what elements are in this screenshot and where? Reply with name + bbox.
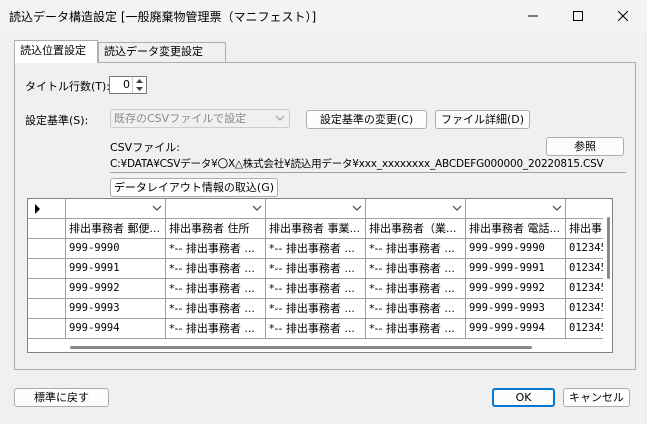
table-cell[interactable]: 0123456 (566, 259, 606, 279)
table-cell[interactable]: 999-9993 (66, 299, 166, 319)
row-header (28, 239, 66, 259)
maximize-button[interactable] (555, 0, 601, 31)
chevron-down-icon (452, 205, 462, 211)
table-cell[interactable]: 0123456 (566, 239, 606, 259)
column-header: 排出事務者 電話... (466, 219, 566, 239)
column-header: 排出事 (566, 219, 606, 239)
row-header (28, 279, 66, 299)
table-cell[interactable]: 0123456 (566, 299, 606, 319)
table-cell[interactable]: *-- 排出事務者 ... (366, 279, 466, 299)
table-cell[interactable]: 999-999-9993 (466, 299, 566, 319)
window-title: 読込データ構造設定 [一般廃棄物管理票（マニフェスト）] (9, 10, 317, 24)
row-header (28, 299, 66, 319)
column-dropdown[interactable] (566, 199, 606, 219)
data-grid[interactable]: 排出事務者 郵便... 排出事務者 住所 排出事務者 事業... 排出事務者（業… (27, 198, 613, 353)
close-icon (618, 10, 628, 21)
basis-select-value: 既存のCSVファイルで設定 (114, 112, 247, 125)
table-cell[interactable]: *-- 排出事務者 ... (166, 259, 266, 279)
table-cell[interactable]: 999-9994 (66, 319, 166, 339)
csv-label: CSVファイル: (110, 141, 180, 154)
horizontal-scrollbar[interactable] (28, 342, 603, 352)
row-header-current (28, 199, 66, 219)
chevron-down-icon (552, 205, 562, 211)
stepper-down-button[interactable] (133, 85, 146, 93)
reset-default-button[interactable]: 標準に戻す (14, 388, 109, 407)
column-header: 排出事務者 郵便... (66, 219, 166, 239)
import-layout-button[interactable]: データレイアウト情報の取込(G) (110, 178, 278, 197)
title-rows-stepper[interactable]: 0 (109, 76, 147, 94)
table-cell[interactable]: *-- 排出事務者 ... (166, 279, 266, 299)
minimize-icon (528, 15, 538, 16)
table-cell[interactable]: 999-999-9991 (466, 259, 566, 279)
caret-up-icon (136, 79, 143, 83)
column-header: 排出事務者 住所 (166, 219, 266, 239)
table-cell[interactable]: *-- 排出事務者 ... (366, 299, 466, 319)
maximize-icon (573, 10, 583, 21)
path-divider (110, 172, 626, 173)
stepper-up-button[interactable] (133, 77, 146, 85)
table-cell[interactable]: *-- 排出事務者 ... (266, 319, 366, 339)
vertical-scrollbar[interactable] (603, 199, 612, 352)
basis-label: 設定基準(S): (25, 114, 89, 127)
tab-read-data-change[interactable]: 読込データ変更設定 (98, 42, 226, 62)
table-cell[interactable]: *-- 排出事務者 ... (266, 279, 366, 299)
column-header: 排出事務者（業... (366, 219, 466, 239)
column-dropdown[interactable] (166, 199, 266, 219)
column-dropdown[interactable] (266, 199, 366, 219)
title-rows-label: タイトル行数(T): (25, 80, 111, 93)
close-button[interactable] (600, 0, 646, 31)
caret-down-icon (136, 87, 143, 91)
column-header: 排出事務者 事業... (266, 219, 366, 239)
table-cell[interactable]: *-- 排出事務者 ... (266, 259, 366, 279)
stepper-arrows (132, 77, 146, 93)
table-cell[interactable]: 999-999-9994 (466, 319, 566, 339)
table-cell[interactable]: 999-9992 (66, 279, 166, 299)
table-cell[interactable]: *-- 排出事務者 ... (266, 239, 366, 259)
horizontal-scroll-thumb[interactable] (70, 346, 532, 349)
vertical-scroll-thumb[interactable] (607, 217, 610, 279)
table-cell[interactable]: 999-9991 (66, 259, 166, 279)
table-cell[interactable]: 0123456 (566, 319, 606, 339)
title-bar: 読込データ構造設定 [一般廃棄物管理票（マニフェスト）] (0, 0, 647, 31)
chevron-down-icon (152, 205, 162, 211)
csv-path: C:¥DATA¥CSVデータ¥〇X△株式会社¥読込用データ¥xxx_xxxxxx… (110, 158, 604, 170)
chevron-down-icon (275, 115, 285, 121)
ok-button[interactable]: OK (492, 388, 555, 407)
column-dropdown[interactable] (366, 199, 466, 219)
cancel-button[interactable]: キャンセル (563, 388, 630, 407)
table-cell[interactable]: 999-999-9990 (466, 239, 566, 259)
title-rows-value: 0 (123, 78, 130, 91)
table-cell[interactable]: *-- 排出事務者 ... (266, 299, 366, 319)
browse-button[interactable]: 参照 (546, 137, 624, 156)
column-dropdown[interactable] (66, 199, 166, 219)
row-header (28, 259, 66, 279)
table-cell[interactable]: *-- 排出事務者 ... (366, 239, 466, 259)
basis-select[interactable]: 既存のCSVファイルで設定 (110, 109, 290, 128)
table-cell[interactable]: *-- 排出事務者 ... (166, 319, 266, 339)
table-cell[interactable]: *-- 排出事務者 ... (366, 319, 466, 339)
table-cell[interactable]: *-- 排出事務者 ... (166, 239, 266, 259)
file-detail-button[interactable]: ファイル詳細(D) (435, 110, 530, 129)
row-header (28, 219, 66, 239)
tab-read-position[interactable]: 読込位置設定 (14, 40, 98, 63)
row-header (28, 319, 66, 339)
table-cell[interactable]: 999-999-9992 (466, 279, 566, 299)
table-cell[interactable]: 0123456 (566, 279, 606, 299)
table-cell[interactable]: *-- 排出事務者 ... (166, 299, 266, 319)
chevron-down-icon (252, 205, 262, 211)
column-dropdown[interactable] (466, 199, 566, 219)
change-basis-button[interactable]: 設定基準の変更(C) (306, 110, 427, 129)
minimize-button[interactable] (510, 0, 556, 31)
chevron-down-icon (352, 205, 362, 211)
current-row-arrow-icon (35, 204, 40, 214)
table-cell[interactable]: *-- 排出事務者 ... (366, 259, 466, 279)
table-cell[interactable]: 999-9990 (66, 239, 166, 259)
